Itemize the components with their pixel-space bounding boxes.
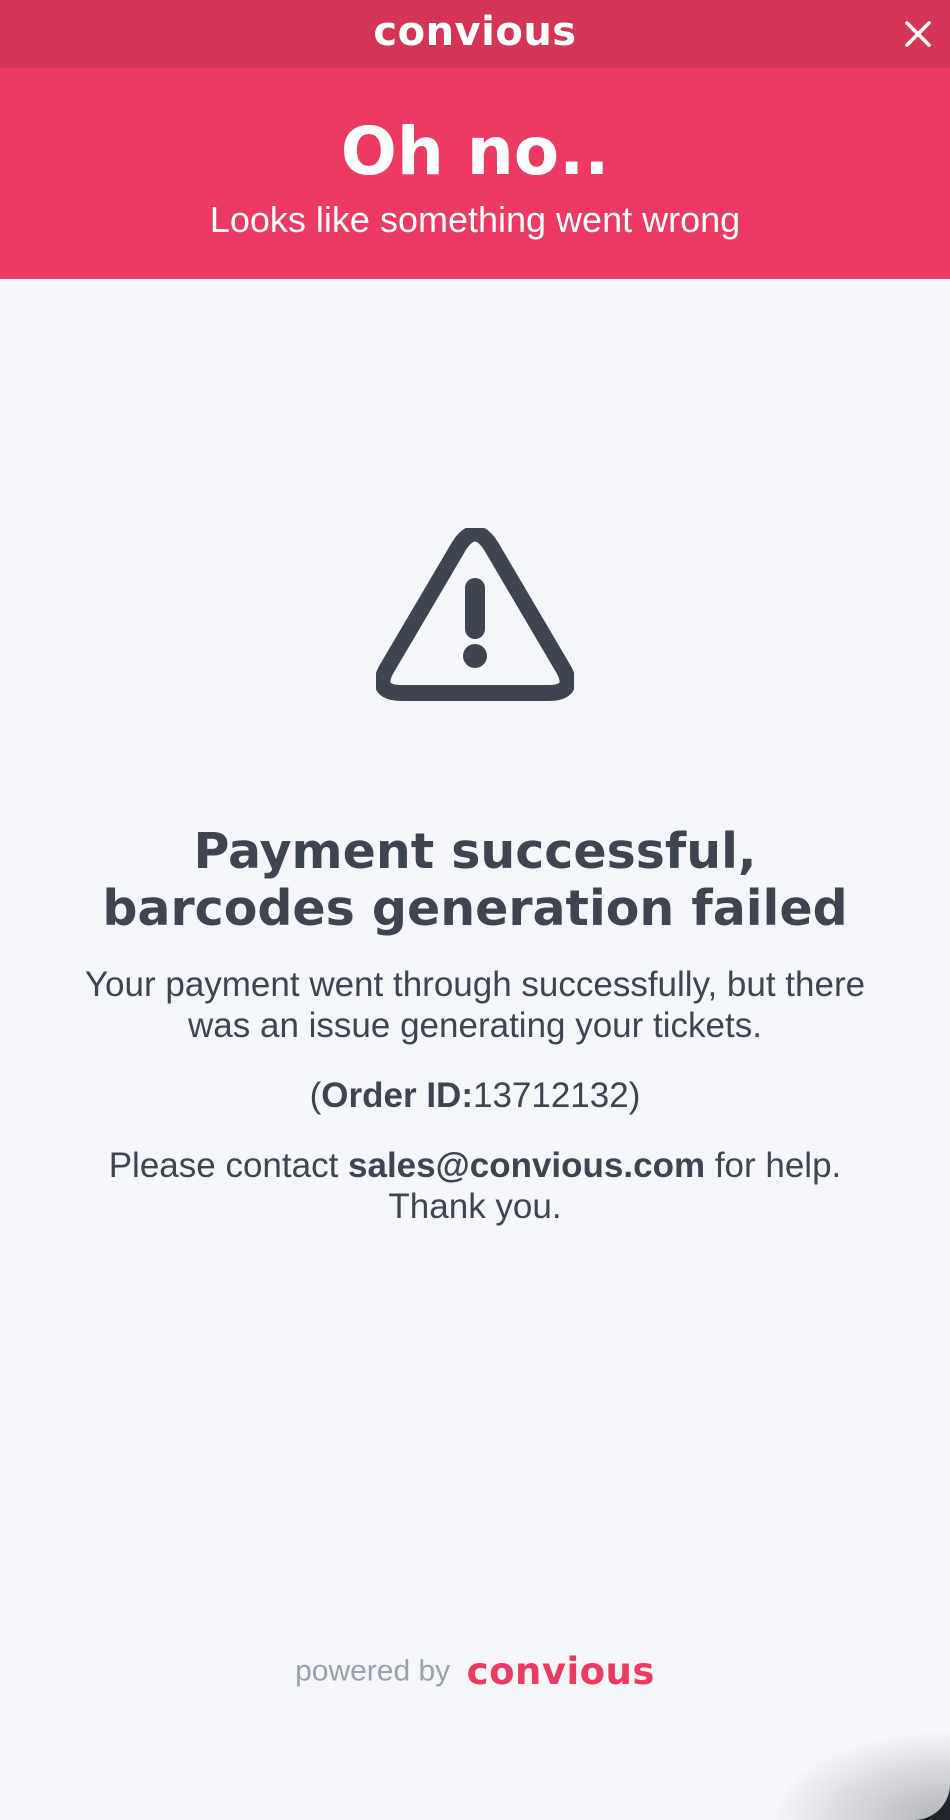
contact-prefix: Please contact — [108, 1146, 339, 1185]
order-label: Order ID: — [321, 1076, 473, 1115]
brand-logo: convious — [373, 9, 577, 55]
footer-brand-logo: convious — [466, 1650, 655, 1693]
close-icon — [905, 21, 931, 47]
order-id: 13712132 — [472, 1076, 629, 1115]
corner-shadow — [770, 1730, 950, 1820]
order-suffix: ) — [628, 1076, 641, 1115]
thank-you-text: Thank you. — [388, 1187, 562, 1226]
hero-subtitle: Looks like something went wrong — [209, 199, 741, 240]
error-header: Oh no.. Looks like something went wrong — [0, 68, 950, 279]
error-title-line-1: Payment successful, — [193, 822, 757, 880]
top-bar: convious — [0, 0, 950, 68]
powered-by: powered by convious — [0, 1650, 950, 1693]
powered-by-label: powered by — [295, 1654, 451, 1688]
warning-icon — [376, 528, 574, 701]
order-info: (Order ID:13712132) — [0, 1075, 950, 1117]
error-page: convious Oh no.. Looks like something we… — [0, 0, 950, 1820]
contact-email-link[interactable]: sales@convious.com — [348, 1146, 705, 1185]
error-message: Your payment went through successfully, … — [84, 965, 866, 1045]
hero-title: Oh no.. — [340, 113, 610, 190]
close-button[interactable] — [898, 14, 938, 54]
order-prefix: ( — [309, 1076, 322, 1115]
contact-info: Please contact sales@convious.com for he… — [60, 1145, 890, 1227]
contact-suffix: for help. — [714, 1146, 842, 1185]
error-title: Payment successful, barcodes generation … — [60, 823, 890, 937]
error-title-line-2: barcodes generation failed — [102, 879, 848, 937]
